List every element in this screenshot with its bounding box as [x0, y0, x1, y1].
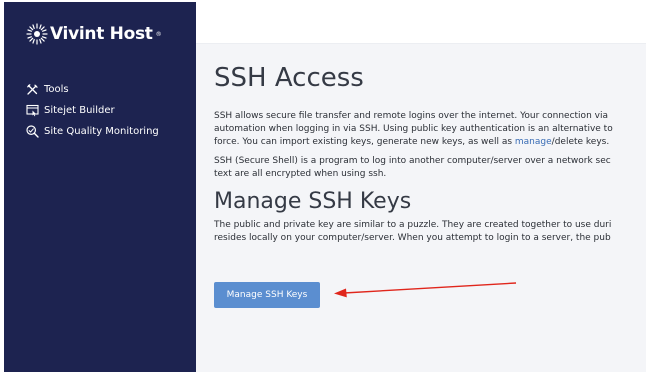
- sidebar-nav: Tools Sitejet Builder Site Quality Monit…: [26, 79, 159, 142]
- intro-line: force. You can import existing keys, gen…: [214, 136, 646, 149]
- sparkle-logo-icon: [26, 23, 48, 45]
- section-line: resides locally on your computer/server.…: [214, 233, 611, 243]
- brand-logo[interactable]: Vivint Host ®: [26, 23, 162, 45]
- main-panel: SSH Access SSH allows secure file transf…: [196, 44, 646, 372]
- site-quality-icon: [26, 125, 39, 138]
- page: Vivint Host ® Tools Sitejet Builder Site…: [0, 0, 646, 378]
- content: SSH Access SSH allows secure file transf…: [214, 44, 646, 245]
- intro-line: automation when logging in via SSH. Usin…: [214, 124, 613, 134]
- description-line: SSH (Secure Shell) is a program to log i…: [214, 156, 611, 166]
- top-bar: [196, 2, 646, 44]
- intro-paragraph: SSH allows secure file transfer and remo…: [214, 110, 646, 149]
- intro-line: SSH allows secure file transfer and remo…: [214, 111, 608, 121]
- brand-name: Vivint Host: [50, 24, 153, 44]
- registered-mark: ®: [155, 30, 162, 38]
- ssh-description: SSH (Secure Shell) is a program to log i…: [214, 155, 646, 181]
- annotation-arrow-icon: [334, 282, 517, 298]
- sidebar-item-site-quality-monitoring[interactable]: Site Quality Monitoring: [26, 121, 159, 142]
- description-line: text are all encrypted when using ssh.: [214, 169, 387, 179]
- intro-text: /delete keys.: [551, 137, 610, 147]
- manage-keys-link[interactable]: manage: [515, 137, 552, 147]
- manage-ssh-keys-button[interactable]: Manage SSH Keys: [214, 282, 320, 308]
- page-title: SSH Access: [214, 63, 364, 93]
- section-paragraph: The public and private key are similar t…: [214, 219, 646, 245]
- intro-text: force. You can import existing keys, gen…: [214, 137, 515, 147]
- sidebar-item-label: Sitejet Builder: [44, 105, 115, 116]
- sitejet-builder-icon: [26, 104, 39, 117]
- section-title: Manage SSH Keys: [214, 189, 412, 214]
- sidebar-item-label: Site Quality Monitoring: [44, 126, 159, 137]
- sidebar-item-sitejet-builder[interactable]: Sitejet Builder: [26, 100, 159, 121]
- tools-icon: [27, 84, 38, 95]
- sidebar-item-tools[interactable]: Tools: [26, 79, 159, 100]
- sidebar: Vivint Host ® Tools Sitejet Builder Site…: [4, 2, 196, 372]
- sidebar-item-label: Tools: [44, 84, 69, 95]
- section-line: The public and private key are similar t…: [214, 220, 612, 230]
